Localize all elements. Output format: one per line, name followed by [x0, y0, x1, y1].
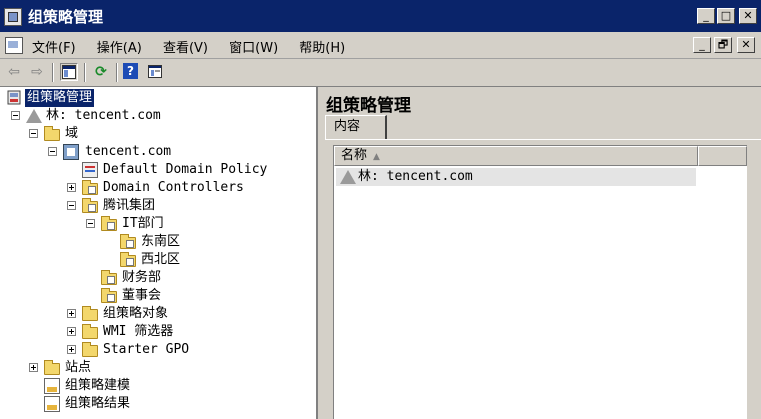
gpmc-app-icon[interactable]	[4, 8, 22, 26]
ou-folder-icon	[120, 234, 136, 249]
gpo-folder-icon	[82, 306, 98, 321]
gp-results-icon	[44, 396, 60, 412]
details-pane: 组策略管理 内容 名称 ▲ 林: tencent.com	[320, 87, 761, 419]
menu-bar: 文件(F) 操作(A) 查看(V) 窗口(W) 帮助(H) _ 🗗 ✕	[0, 32, 761, 59]
ou-folder-icon	[101, 288, 117, 303]
tree-label-starter-gpo: Starter GPO	[103, 342, 190, 357]
child-close-button[interactable]: ✕	[737, 37, 755, 53]
list-header: 名称 ▲	[334, 146, 747, 166]
title-bar: 组策略管理 _ □ ✕	[0, 0, 761, 32]
tree-label-domain-controllers: Domain Controllers	[103, 180, 244, 195]
gpo-link-icon	[82, 162, 98, 178]
collapse-toggle[interactable]	[29, 129, 38, 138]
gp-modeling-icon	[44, 378, 60, 394]
gpmc-root-icon	[6, 90, 22, 106]
forward-icon[interactable]: ⇨	[28, 63, 46, 81]
toolbar-separator	[116, 63, 118, 82]
child-restore-button[interactable]: 🗗	[714, 37, 732, 53]
sort-ascending-icon: ▲	[373, 152, 380, 162]
column-header-name[interactable]: 名称 ▲	[334, 146, 698, 166]
close-button[interactable]: ✕	[739, 8, 757, 24]
tree-label-wmi-filters: WMI 筛选器	[103, 324, 174, 339]
tree-label-ou-tencent: 腾讯集团	[103, 198, 156, 213]
ou-folder-icon	[82, 198, 98, 213]
starter-gpo-folder-icon	[82, 342, 98, 357]
show-hide-tree-icon[interactable]	[60, 63, 78, 81]
toolbar-separator	[84, 63, 86, 82]
menu-window[interactable]: 窗口(W)	[229, 37, 278, 56]
collapse-toggle[interactable]	[48, 147, 57, 156]
domains-folder-icon	[44, 126, 60, 141]
tree-label-forest: 林: tencent.com	[46, 108, 161, 123]
menu-action[interactable]: 操作(A)	[97, 37, 142, 56]
expand-toggle[interactable]	[67, 345, 76, 354]
minimize-button[interactable]: _	[697, 8, 715, 24]
child-minimize-button[interactable]: _	[693, 37, 711, 53]
tree-label-gpmc-root: 组策略管理	[25, 89, 95, 107]
mdi-child-icon[interactable]	[5, 37, 23, 54]
menu-help[interactable]: 帮助(H)	[299, 37, 345, 56]
expand-toggle[interactable]	[67, 183, 76, 192]
contents-list[interactable]: 名称 ▲ 林: tencent.com	[333, 145, 747, 419]
tree-label-domain: tencent.com	[85, 144, 172, 159]
tree-label-ou-finance: 财务部	[122, 270, 162, 285]
tree-label-ou-it: IT部门	[122, 216, 164, 231]
forest-icon	[340, 170, 356, 184]
ou-folder-icon	[82, 180, 98, 195]
sites-folder-icon	[44, 360, 60, 375]
collapse-toggle[interactable]	[86, 219, 95, 228]
maximize-button[interactable]: □	[717, 8, 735, 24]
ou-folder-icon	[120, 252, 136, 267]
tree-label-gp-results: 组策略结果	[65, 396, 131, 411]
tree-label-sites: 站点	[65, 360, 92, 375]
collapse-toggle[interactable]	[67, 201, 76, 210]
tree-label-domains: 域	[65, 126, 79, 141]
domain-icon	[63, 144, 79, 160]
forest-icon	[26, 109, 42, 123]
tree-label-ou-southeast: 东南区	[141, 234, 181, 249]
list-item[interactable]: 林: tencent.com	[336, 168, 696, 186]
toolbar: ⇦ ⇨ ⟳ ?	[0, 59, 761, 87]
wmi-folder-icon	[82, 324, 98, 339]
tree-label-gp-modeling: 组策略建模	[65, 378, 131, 393]
tree-label-ou-northwest: 西北区	[141, 252, 181, 267]
window-title: 组策略管理	[28, 8, 104, 26]
help-icon[interactable]: ?	[123, 63, 138, 79]
tree-label-ou-board: 董事会	[122, 288, 162, 303]
column-header-empty[interactable]	[698, 146, 747, 166]
expand-toggle[interactable]	[67, 327, 76, 336]
column-name-label: 名称	[341, 148, 368, 163]
ou-folder-icon	[101, 270, 117, 285]
console-tree: 组策略管理 林: tencent.com 域 tencent.com Defau…	[0, 87, 318, 419]
menu-view[interactable]: 查看(V)	[163, 37, 208, 56]
ou-folder-icon	[101, 216, 117, 231]
properties-icon[interactable]	[146, 63, 164, 81]
expand-toggle[interactable]	[29, 363, 38, 372]
list-item-label: 林: tencent.com	[358, 169, 473, 184]
toolbar-separator	[52, 63, 54, 82]
menu-file[interactable]: 文件(F)	[32, 37, 76, 56]
refresh-icon[interactable]: ⟳	[92, 63, 110, 81]
back-icon[interactable]: ⇦	[5, 63, 23, 81]
details-title: 组策略管理	[326, 96, 411, 116]
collapse-toggle[interactable]	[11, 111, 20, 120]
expand-toggle[interactable]	[67, 309, 76, 318]
tree-label-default-domain-policy: Default Domain Policy	[103, 162, 268, 177]
tab-contents[interactable]: 内容	[325, 115, 387, 139]
tree-label-gpo-objects: 组策略对象	[103, 306, 169, 321]
